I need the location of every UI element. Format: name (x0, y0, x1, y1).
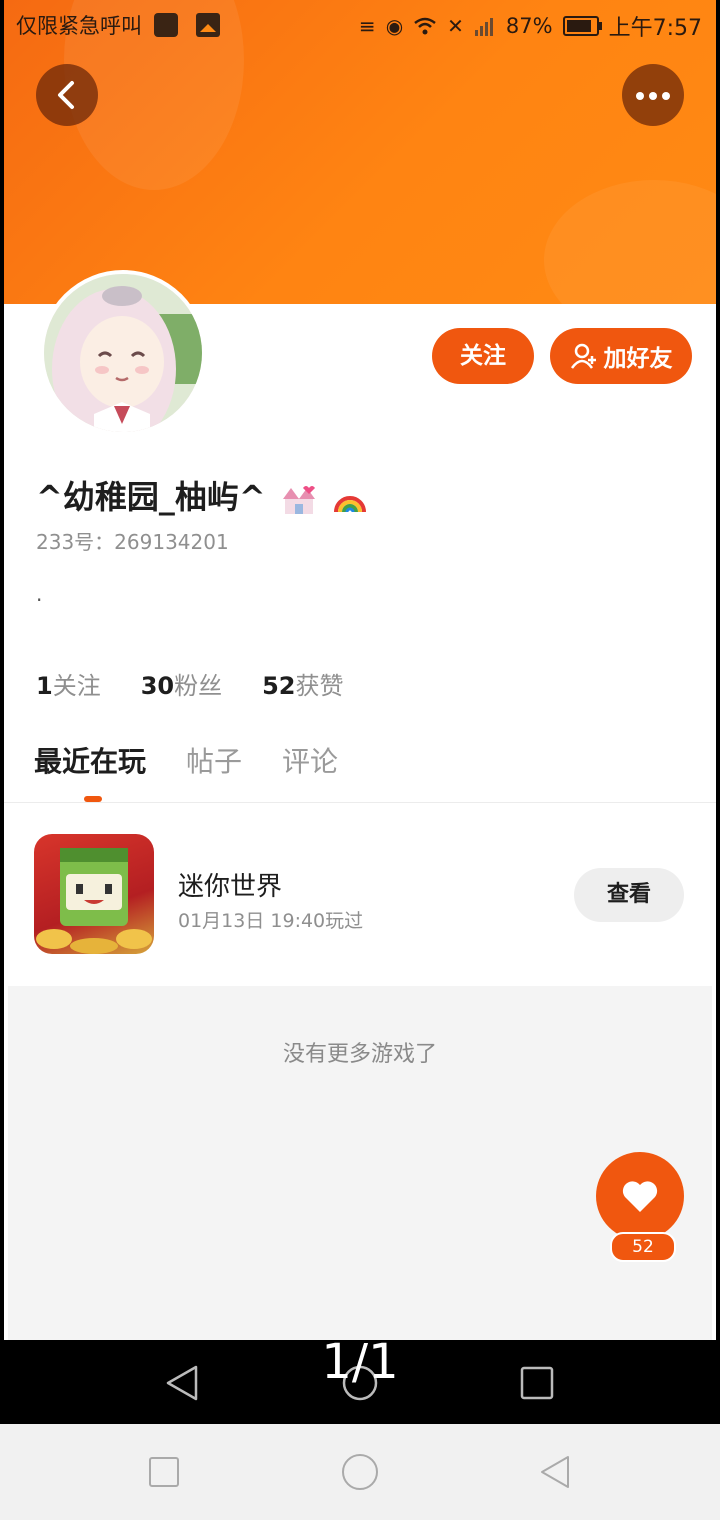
no-call-icon: ✕ (447, 14, 464, 38)
signal-icon (474, 18, 493, 36)
home-nav-icon[interactable] (341, 1453, 379, 1491)
system-nav-bar (0, 1424, 720, 1520)
no-more-games-text: 没有更多游戏了 (282, 1042, 437, 1067)
like-count-badge: 52 (610, 1232, 676, 1262)
avatar[interactable] (40, 270, 206, 436)
dot (649, 92, 657, 100)
stat-count: 30 (140, 672, 175, 700)
back-button[interactable] (36, 64, 98, 126)
status-bar: 仅限紧急呼叫 ≡ ◉ ✕ 87% 上午7:57 (4, 0, 716, 48)
tab-posts[interactable]: 帖子 (186, 740, 242, 780)
castle-emoji-icon (282, 486, 315, 514)
add-friend-icon (570, 343, 596, 369)
stats-row: 1关注 30粉丝 52获赞 (36, 666, 344, 701)
eye-comfort-icon: ◉ (385, 14, 404, 38)
game-played-time: 01月13日 19:40玩过 (178, 910, 364, 932)
stat-count: 52 (262, 672, 296, 700)
user-id: 233号：269134201 (36, 530, 229, 554)
tab-comments[interactable]: 评论 (282, 740, 338, 780)
username: ^幼稚园_柚屿^ (36, 472, 368, 518)
game-icon-art (36, 848, 152, 954)
profile-header-banner: 仅限紧急呼叫 ≡ ◉ ✕ 87% 上午7:57 (4, 0, 716, 304)
clock: 上午7:57 (608, 16, 702, 41)
notification-app-icon (154, 13, 178, 37)
game-icon (34, 834, 154, 954)
carrier-text: 仅限紧急呼叫 (16, 14, 142, 38)
app-screen: 仅限紧急呼叫 ≡ ◉ ✕ 87% 上午7:57 关注 加好友 ^幼稚园_柚屿^ … (4, 0, 716, 1340)
stat-followers[interactable]: 30粉丝 (141, 666, 222, 701)
bio: . (36, 582, 43, 606)
stat-likes[interactable]: 52获赞 (262, 666, 343, 701)
chevron-left-icon (58, 81, 74, 109)
stat-label: 粉丝 (174, 672, 223, 700)
username-text: ^幼稚园_柚屿^ (36, 478, 266, 516)
avatar-image (44, 274, 202, 432)
page-counter: 1/1 (321, 1334, 399, 1390)
add-friend-label: 加好友 (603, 346, 673, 372)
recents-nav-icon[interactable] (148, 1456, 180, 1488)
divider (4, 802, 716, 803)
banner-decoration (544, 180, 716, 304)
empty-state-area: 没有更多游戏了 (8, 986, 712, 1340)
stat-label: 关注 (52, 672, 101, 700)
phone-frame: 仅限紧急呼叫 ≡ ◉ ✕ 87% 上午7:57 关注 加好友 ^幼稚园_柚屿^ … (0, 0, 720, 1424)
dot (636, 92, 644, 100)
list-item[interactable]: 迷你世界 01月13日 19:40玩过 查看 (4, 824, 716, 974)
vibrate-icon: ≡ (358, 14, 376, 38)
gallery-notification-icon (196, 13, 220, 37)
tab-recent-played[interactable]: 最近在玩 (34, 740, 146, 780)
rainbow-emoji-icon (333, 496, 366, 513)
game-name: 迷你世界 (178, 872, 283, 902)
add-friend-button[interactable]: 加好友 (550, 328, 692, 384)
more-options-button[interactable] (622, 64, 684, 126)
battery-percent: 87% (505, 14, 553, 38)
back-nav-icon[interactable] (538, 1454, 572, 1490)
stat-following[interactable]: 1关注 (36, 666, 101, 701)
follow-button[interactable]: 关注 (432, 328, 534, 384)
stat-label: 获赞 (295, 672, 344, 700)
battery-icon (562, 16, 602, 36)
view-game-button[interactable]: 查看 (574, 868, 684, 922)
like-button[interactable] (596, 1152, 684, 1240)
profile-tabs: 最近在玩 帖子 评论 (34, 740, 338, 780)
heart-icon (622, 1181, 658, 1212)
wifi-icon (414, 17, 436, 35)
stat-count: 1 (36, 672, 53, 700)
dot (662, 92, 670, 100)
